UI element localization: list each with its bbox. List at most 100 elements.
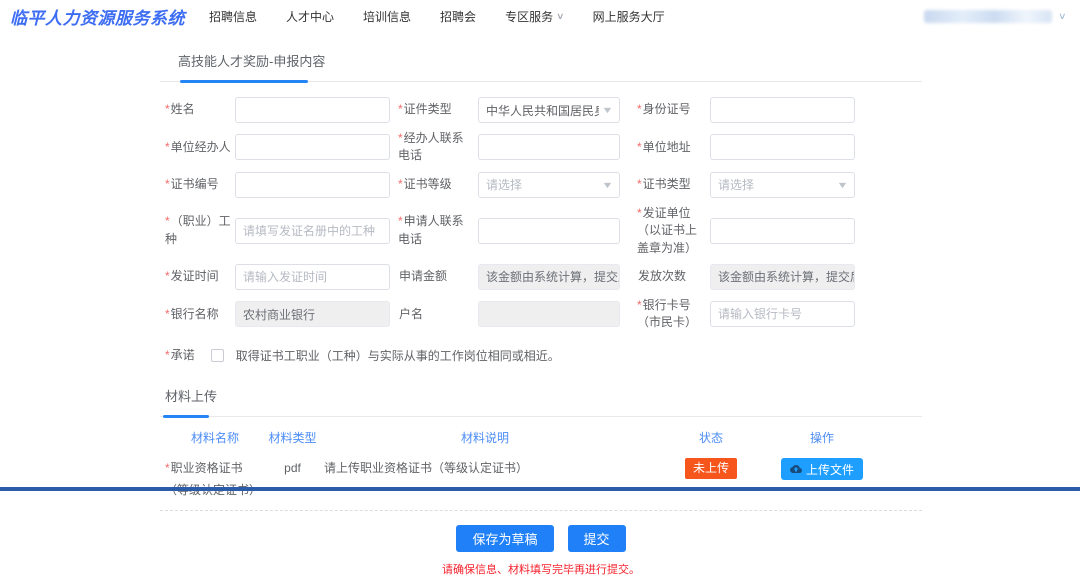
label-text: 证书等级 [404, 177, 452, 191]
bank-name-field: 农村商业银行 [235, 301, 390, 327]
label-text: 申请金额 [399, 269, 447, 283]
required-mark: * [637, 102, 642, 116]
field-label-unit-agent: *单位经办人 [165, 139, 235, 156]
label-text: 证书类型 [643, 177, 691, 191]
field-label-cert-level: *证书等级 [390, 176, 478, 193]
required-mark: * [398, 102, 403, 116]
footer-bar [0, 487, 1080, 491]
nav-item-job-fair[interactable]: 招聘会 [440, 8, 476, 25]
required-mark: * [637, 140, 642, 154]
application-form: *姓名 *证件类型 中华人民共和国居民身份证 ▼ *身份证号 *单位经办人 *经… [160, 82, 922, 332]
disabled-value: 该金额由系统计算，提交后可查看 [486, 268, 620, 285]
cert-number-input[interactable] [235, 172, 390, 198]
select-value: 中华人民共和国居民身份证 [486, 102, 599, 119]
site-logo[interactable]: 临平人力资源服务系统 [10, 4, 185, 29]
section-active-indicator [163, 415, 209, 418]
required-mark: * [165, 177, 170, 191]
label-text: 姓名 [171, 102, 195, 116]
col-header-material-type: 材料类型 [265, 429, 320, 446]
nav-item-online-service-hall[interactable]: 网上服务大厅 [593, 8, 665, 25]
material-action-cell: 上传文件 [772, 458, 872, 480]
agent-phone-input[interactable] [478, 134, 620, 160]
required-mark: * [637, 177, 642, 191]
upload-button-label: 上传文件 [806, 461, 854, 478]
disabled-value: 该金额由系统计算，提交后可查看 [718, 268, 855, 285]
unit-address-input[interactable] [710, 134, 855, 160]
col-header-operation: 操作 [772, 429, 872, 446]
field-label-bank-card: *银行卡号（市民卡） [620, 297, 710, 332]
cert-category-select[interactable]: 请选择 ▼ [710, 172, 855, 198]
required-mark: * [398, 131, 403, 145]
label-text: 银行名称 [171, 307, 219, 321]
label-text: 银行卡号（市民卡） [637, 298, 697, 329]
materials-section-header: 材料上传 [160, 386, 922, 417]
commitment-text: 取得证书工职业（工种）与实际从事的工作岗位相同或相近。 [236, 347, 560, 364]
field-label-cert-type: *证件类型 [390, 101, 478, 118]
field-label-name: *姓名 [165, 101, 235, 118]
name-input[interactable] [235, 97, 390, 123]
unit-agent-input[interactable] [235, 134, 390, 160]
field-label-commitment: *承诺 [165, 347, 199, 364]
required-mark: * [165, 307, 170, 321]
material-name: *职业资格证书（等级认定证书） [165, 458, 265, 501]
save-draft-button[interactable]: 保存为草稿 [456, 525, 553, 552]
nav-item-training-info[interactable]: 培训信息 [363, 8, 411, 25]
nav-item-label: 专区服务 [505, 8, 553, 25]
label-text: 发证时间 [171, 269, 219, 283]
chevron-down-icon: ▼ [601, 180, 613, 190]
chevron-down-icon: ▼ [601, 105, 613, 115]
top-bar: 临平人力资源服务系统 招聘信息 人才中心 培训信息 招聘会 专区服务 ∨ 网上服… [0, 0, 1080, 32]
required-mark: * [165, 348, 170, 362]
material-description: 请上传职业资格证书（等级认定证书） [320, 458, 650, 480]
chevron-down-icon: ∨ [556, 11, 565, 22]
main-content: 高技能人才奖励-申报内容 *姓名 *证件类型 中华人民共和国居民身份证 ▼ *身… [160, 45, 922, 577]
field-label-cert-category: *证书类型 [620, 176, 710, 193]
col-header-material-desc: 材料说明 [320, 429, 650, 446]
field-label-applicant-phone: *申请人联系电话 [390, 213, 478, 248]
issue-date-input[interactable] [235, 264, 390, 290]
material-name-text: 职业资格证书（等级认定证书） [165, 461, 261, 497]
occupation-input[interactable] [235, 218, 390, 244]
label-text: 证件类型 [404, 102, 452, 116]
username-redacted [924, 10, 1052, 23]
required-mark: * [165, 269, 170, 283]
required-mark: * [165, 102, 170, 116]
cert-level-select[interactable]: 请选择 ▼ [478, 172, 620, 198]
tab-application-content[interactable]: 高技能人才奖励-申报内容 [178, 54, 325, 69]
nav-item-zone-services[interactable]: 专区服务 ∨ [505, 8, 564, 25]
id-number-input[interactable] [710, 97, 855, 123]
nav-item-talent-center[interactable]: 人才中心 [286, 8, 334, 25]
form-actions: 保存为草稿 提交 [160, 525, 922, 552]
field-label-apply-amount: 申请金额 [390, 268, 478, 285]
active-tab-indicator [180, 80, 308, 83]
chevron-down-icon: ▼ [836, 180, 848, 190]
select-placeholder: 请选择 [486, 176, 522, 193]
upload-file-button[interactable]: 上传文件 [781, 458, 863, 480]
bank-card-input[interactable] [710, 301, 855, 327]
account-name-field [478, 301, 620, 327]
label-text: 经办人联系电话 [398, 131, 464, 162]
disabled-value: 农村商业银行 [243, 306, 315, 323]
label-text: 户名 [399, 307, 423, 321]
required-mark: * [165, 461, 170, 475]
col-header-material-name: 材料名称 [165, 429, 265, 446]
nav-item-recruit-info[interactable]: 招聘信息 [209, 8, 257, 25]
applicant-phone-input[interactable] [478, 218, 620, 244]
label-text: 承诺 [171, 348, 195, 362]
field-label-grant-times: 发放次数 [620, 268, 710, 285]
chevron-down-icon: ∨ [1058, 11, 1067, 22]
submit-button[interactable]: 提交 [568, 525, 626, 552]
label-text: 发证单位（以证书上盖章为准） [637, 206, 697, 255]
select-placeholder: 请选择 [718, 176, 754, 193]
issuing-unit-input[interactable] [710, 218, 855, 244]
user-account-menu[interactable]: ∨ [924, 10, 1066, 23]
required-mark: * [165, 214, 170, 228]
label-text: 证书编号 [171, 177, 219, 191]
commitment-checkbox[interactable] [211, 349, 224, 362]
field-label-issue-date: *发证时间 [165, 268, 235, 285]
material-status-cell: 未上传 [650, 458, 772, 478]
field-label-id-number: *身份证号 [620, 101, 710, 118]
apply-amount-field: 该金额由系统计算，提交后可查看 [478, 264, 620, 290]
field-label-occupation: *（职业）工种 [165, 213, 235, 248]
id-doc-type-select[interactable]: 中华人民共和国居民身份证 ▼ [478, 97, 620, 123]
